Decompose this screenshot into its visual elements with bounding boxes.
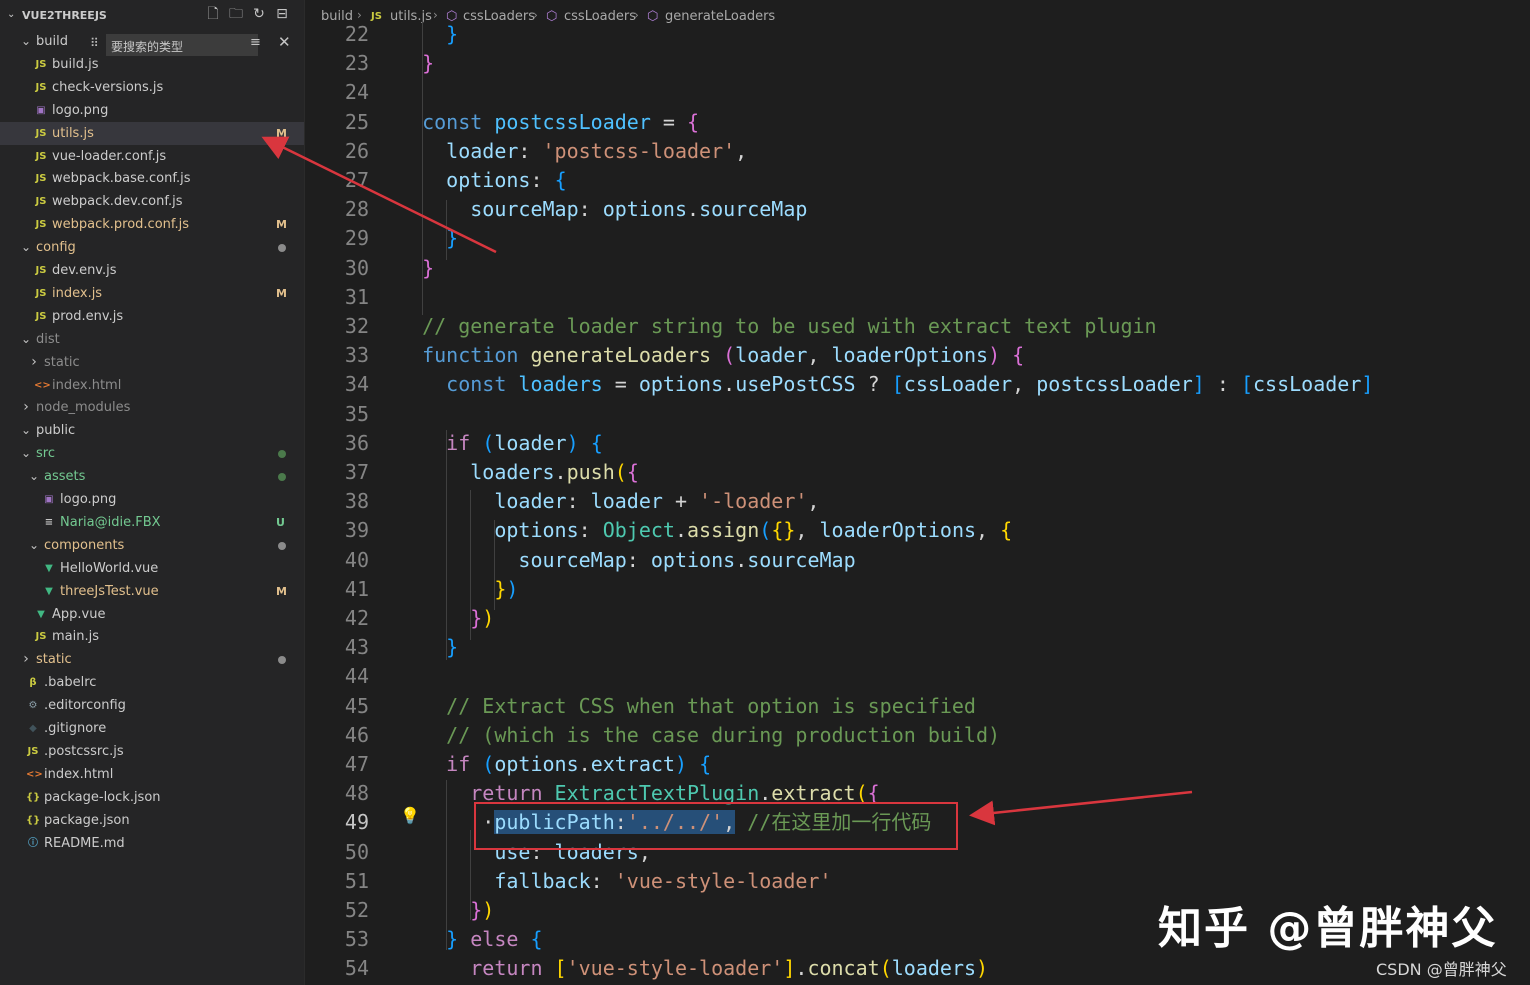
arrow-to-utils-file bbox=[261, 136, 497, 254]
arrow-to-code-line bbox=[969, 790, 1193, 826]
annotation-arrows bbox=[261, 136, 1193, 826]
csdn-watermark: CSDN @曾胖神父 bbox=[1376, 960, 1507, 979]
zhihu-watermark: 知乎 @曾胖神父 bbox=[1158, 903, 1498, 954]
